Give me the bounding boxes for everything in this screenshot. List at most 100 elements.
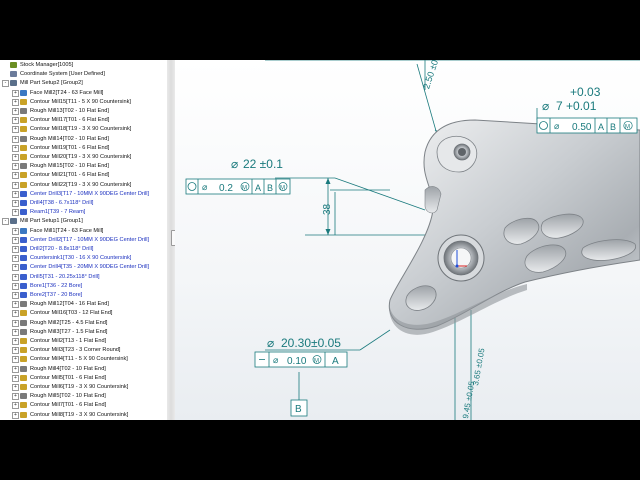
tree-item[interactable]: + Contour Mill2[T13 - 1 Flat End] xyxy=(0,337,167,346)
fcf-010[interactable]: ⌀ 0.10 M A xyxy=(254,351,348,368)
graphics-area[interactable]: 2.50 ±0.2 +0.03 ⌀ 7 +0.01 ⌀ 0.50 A B M ⌀… xyxy=(175,60,640,420)
tree-item[interactable]: + Countersink1[T30 - 16 X 90 Countersink] xyxy=(0,254,167,263)
expand-icon[interactable]: + xyxy=(12,264,19,272)
tree-item[interactable]: + Contour Mill3[T23 - 3 Corner Round] xyxy=(0,346,167,355)
tree-item[interactable]: + Rough Mill2[T25 - 4.5 Flat End] xyxy=(0,319,167,328)
tree-item[interactable]: + Center Drill4[T35 - 20MM X 90DEG Center… xyxy=(0,263,167,272)
expand-icon[interactable]: + xyxy=(12,255,19,263)
expand-icon[interactable]: + xyxy=(12,236,19,244)
datum-b-box[interactable]: B xyxy=(290,399,308,417)
expand-icon[interactable]: + xyxy=(12,144,19,152)
tree-item[interactable]: + Rough Mill4[T02 - 10 Flat End] xyxy=(0,365,167,374)
expand-icon[interactable]: + xyxy=(12,209,19,217)
expand-icon[interactable]: + xyxy=(12,98,19,106)
expand-icon[interactable]: + xyxy=(12,310,19,318)
dim-22[interactable]: 22 ±0.1 xyxy=(243,157,283,171)
expand-icon[interactable]: + xyxy=(12,319,19,327)
collapse-icon[interactable]: - xyxy=(2,80,9,88)
tree-item-label: Contour Mill17[T01 - 6 Flat End] xyxy=(30,117,110,124)
tree-item[interactable]: + Ream1[T39 - 7 Ream] xyxy=(0,208,167,217)
tree-item[interactable]: - Mill Part Setup2 [Group2] xyxy=(0,79,167,88)
tree-item[interactable]: + Rough Mill15[T02 - 10 Flat End] xyxy=(0,162,167,171)
tree-item[interactable]: + Face Mill1[T24 - 63 Face Mill] xyxy=(0,227,167,236)
tree-item[interactable]: + Contour Mill21[T01 - 6 Flat End] xyxy=(0,171,167,180)
tree-item-label: Center Drill3[T17 - 10MM X 90DEG Center … xyxy=(30,190,150,197)
part-body[interactable] xyxy=(388,119,640,335)
tree-item[interactable]: + Bore1[T36 - 22 Bore] xyxy=(0,282,167,291)
tree-item[interactable]: + Contour Mill15[T11 - 5 X 90 Countersink… xyxy=(0,98,167,107)
model-canvas[interactable]: 2.50 ±0.2 +0.03 ⌀ 7 +0.01 ⌀ 0.50 A B M ⌀… xyxy=(175,60,640,420)
expand-icon[interactable]: + xyxy=(12,89,19,97)
expand-icon[interactable]: + xyxy=(12,301,19,309)
expand-icon[interactable]: + xyxy=(12,163,19,171)
expand-icon[interactable]: + xyxy=(12,365,19,373)
tree-item[interactable]: + Contour Mill8[T19 - 3 X 90 Countersink] xyxy=(0,411,167,420)
tree-item-label: Stock Manager[1005] xyxy=(20,62,74,68)
expand-icon[interactable]: + xyxy=(12,227,19,235)
tree-item[interactable]: + Drill4[T38 - 6.7x118° Drill] xyxy=(0,199,167,208)
tree-item[interactable]: + Contour Mill18[T19 - 3 X 90 Countersink… xyxy=(0,125,167,134)
tree-item[interactable]: + Rough Mill12[T04 - 16 Flat End] xyxy=(0,300,167,309)
expand-icon[interactable]: + xyxy=(12,328,19,336)
tree-item[interactable]: + Rough Mill3[T27 - 1.5 Flat End] xyxy=(0,328,167,337)
expand-icon[interactable]: + xyxy=(12,200,19,207)
expand-icon[interactable]: + xyxy=(12,154,19,161)
tree-item[interactable]: + Rough Mill5[T02 - 10 Flat End] xyxy=(0,392,167,401)
expand-icon[interactable]: + xyxy=(12,172,19,180)
expand-icon[interactable]: + xyxy=(12,190,19,198)
expand-icon[interactable]: + xyxy=(12,338,19,345)
dim-38[interactable]: 38 xyxy=(322,203,333,215)
tree-item[interactable]: + Center Drill2[T17 - 10MM X 90DEG Center… xyxy=(0,236,167,245)
tree-item[interactable]: Coordinate System [User Defined] xyxy=(0,70,167,79)
tree-item[interactable]: - Mill Part Setup1 [Group1] xyxy=(0,217,167,226)
expand-icon[interactable]: + xyxy=(12,347,19,355)
diameter-symbol: ⌀ xyxy=(554,121,560,131)
dim-diameter-symbol-22: ⌀ xyxy=(231,157,238,171)
dim-tol-upper[interactable]: +0.03 xyxy=(570,85,601,99)
expand-icon[interactable]: + xyxy=(12,282,19,290)
tree-item[interactable]: + Bore2[T37 - 20 Bore] xyxy=(0,291,167,300)
tree-item[interactable]: + Contour Mill20[T19 - 3 X 90 Countersink… xyxy=(0,153,167,162)
tree-item[interactable]: + Contour Mill5[T01 - 6 Flat End] xyxy=(0,374,167,383)
expand-icon[interactable]: + xyxy=(12,402,19,410)
dim-right-bottom[interactable]: 9.45 ±0.05 xyxy=(461,380,477,419)
expand-icon[interactable]: + xyxy=(12,117,19,125)
expand-icon[interactable]: + xyxy=(12,292,19,299)
expand-icon[interactable]: + xyxy=(12,411,19,419)
dim-diameter-symbol-7: ⌀ xyxy=(542,99,549,113)
collapse-icon[interactable]: - xyxy=(2,218,9,226)
fcf-02[interactable]: ⌀ 0.2 M A B M xyxy=(185,178,291,195)
tree-item[interactable]: + Drill5[T31 - 20.25x118° Drill] xyxy=(0,273,167,282)
tree-item[interactable]: + Contour Mill22[T19 - 3 X 90 Countersink… xyxy=(0,181,167,190)
tree-item[interactable]: + Rough Mill13[T02 - 10 Flat End] xyxy=(0,107,167,116)
expand-icon[interactable]: + xyxy=(12,393,19,401)
fcf-050[interactable]: ⌀ 0.50 A B M xyxy=(536,117,638,134)
tree-item[interactable]: + Contour Mill4[T11 - 5 X 90 Countersink] xyxy=(0,355,167,364)
tree-item-label: Rough Mill2[T25 - 4.5 Flat End] xyxy=(30,319,108,326)
feature-tree[interactable]: Stock Manager[1005] Coordinate System [Us… xyxy=(0,60,168,420)
expand-icon[interactable]: + xyxy=(12,374,19,382)
tree-item[interactable]: + Contour Mill16[T03 - 12 Flat End] xyxy=(0,309,167,318)
expand-icon[interactable]: + xyxy=(12,356,19,364)
dim-top-angled[interactable]: 2.50 ±0.2 xyxy=(421,60,442,90)
tree-item[interactable]: Stock Manager[1005] xyxy=(0,61,167,70)
dim-right-lower[interactable]: 3.65 ±0.05 xyxy=(471,347,487,386)
tree-item[interactable]: + Contour Mill7[T01 - 6 Flat End] xyxy=(0,401,167,410)
tree-item[interactable]: + Rough Mill14[T02 - 10 Flat End] xyxy=(0,135,167,144)
tree-item[interactable]: + Contour Mill19[T01 - 6 Flat End] xyxy=(0,144,167,153)
expand-icon[interactable]: + xyxy=(12,108,19,115)
tree-item[interactable]: + Drill2[T20 - 8.8x118° Drill] xyxy=(0,245,167,254)
tree-item[interactable]: + Contour Mill17[T01 - 6 Flat End] xyxy=(0,116,167,125)
tree-item[interactable]: + Face Mill2[T24 - 63 Face Mill] xyxy=(0,89,167,98)
expand-icon[interactable]: + xyxy=(12,126,19,134)
expand-icon[interactable]: + xyxy=(12,246,19,253)
dim-7[interactable]: 7 +0.01 xyxy=(556,99,597,113)
expand-icon[interactable]: + xyxy=(12,181,19,189)
tree-item[interactable]: + Center Drill3[T17 - 10MM X 90DEG Center… xyxy=(0,190,167,199)
expand-icon[interactable]: + xyxy=(12,135,19,143)
tree-item[interactable]: + Contour Mill6[T19 - 3 X 90 Countersink] xyxy=(0,383,167,392)
expand-icon[interactable]: + xyxy=(12,384,19,391)
fcf-02-value: 0.2 xyxy=(219,183,233,194)
expand-icon[interactable]: + xyxy=(12,273,19,281)
dim-20[interactable]: 20.30±0.05 xyxy=(281,336,341,350)
